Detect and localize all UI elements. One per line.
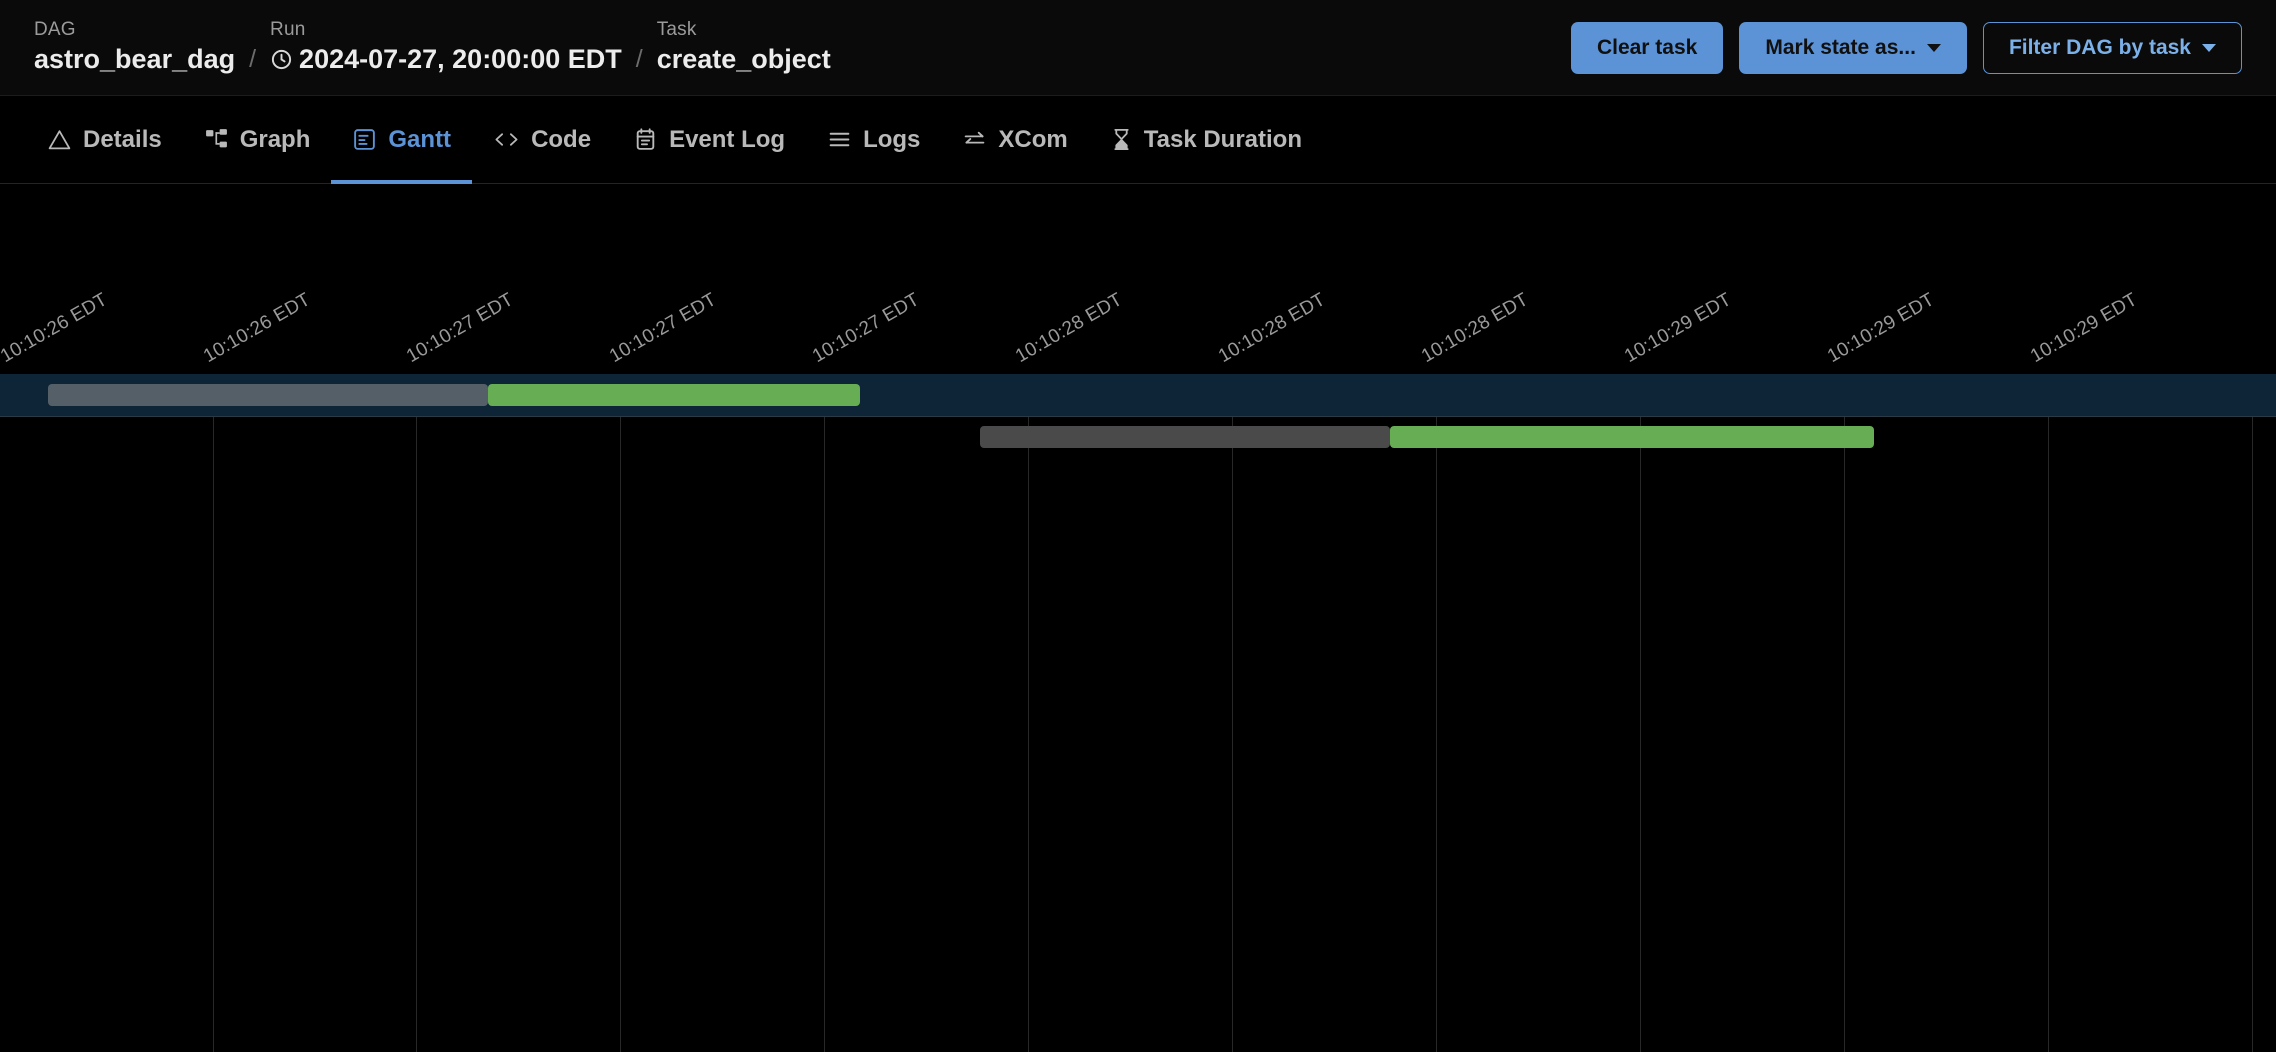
header-actions: Clear task Mark state as... Filter DAG b…: [1571, 12, 2242, 74]
airflow-gantt-page: DAG astro_bear_dag / Run 2024-07-27, 20:…: [0, 0, 2276, 1052]
axis-tick-label: 10:10:27 EDT: [809, 289, 924, 368]
gantt-gridline: [824, 374, 825, 1052]
tab-details-label: Details: [83, 126, 162, 154]
mark-state-button[interactable]: Mark state as...: [1739, 22, 1967, 74]
breadcrumb-separator: /: [235, 42, 270, 76]
breadcrumb-run-value: 2024-07-27, 20:00:00 EDT: [299, 42, 622, 76]
task-bar-segment-queued[interactable]: [980, 426, 1390, 448]
clock-icon: [270, 48, 293, 71]
gantt-gridline: [1028, 374, 1029, 1052]
graph-nodes-icon: [204, 127, 229, 152]
tab-gantt[interactable]: Gantt: [331, 96, 472, 184]
breadcrumb-task[interactable]: Task create_object: [657, 18, 831, 76]
axis-tick-label: 10:10:28 EDT: [1012, 289, 1127, 368]
breadcrumb-run[interactable]: Run 2024-07-27, 20:00:00 EDT: [270, 18, 622, 76]
mark-state-button-label: Mark state as...: [1765, 36, 1916, 60]
breadcrumb-task-label: Task: [657, 18, 831, 42]
tab-xcom[interactable]: XCom: [941, 96, 1088, 184]
tab-event-log[interactable]: Event Log: [612, 96, 806, 184]
breadcrumb: DAG astro_bear_dag / Run 2024-07-27, 20:…: [34, 12, 1571, 76]
task-bar-row[interactable]: [0, 416, 2276, 458]
tab-details[interactable]: Details: [26, 96, 183, 184]
tab-bar: Details Graph: [0, 96, 2276, 184]
code-brackets-icon: [493, 127, 520, 152]
gantt-chart[interactable]: 10:10:26 EDT 10:10:26 EDT 10:10:27 EDT 10:1…: [0, 184, 2276, 1052]
axis-tick-label: 10:10:29 EDT: [1621, 289, 1736, 368]
axis-tick-label: 10:10:28 EDT: [1215, 289, 1330, 368]
tab-task-duration-label: Task Duration: [1144, 126, 1302, 154]
triangle-alert-icon: [47, 127, 72, 152]
breadcrumb-dag[interactable]: DAG astro_bear_dag: [34, 18, 235, 76]
gantt-gridline: [1844, 374, 1845, 1052]
gantt-gridline: [1232, 374, 1233, 1052]
breadcrumb-dag-value: astro_bear_dag: [34, 42, 235, 76]
exchange-arrows-icon: [962, 127, 987, 152]
task-bar-row-selected[interactable]: [0, 374, 2276, 416]
breadcrumb-separator-2: /: [622, 42, 657, 76]
clear-task-button[interactable]: Clear task: [1571, 22, 1723, 74]
page-header: DAG astro_bear_dag / Run 2024-07-27, 20:…: [0, 0, 2276, 96]
task-bar-segment-queued[interactable]: [48, 384, 488, 406]
tab-gantt-label: Gantt: [388, 126, 451, 154]
gantt-time-axis: 10:10:26 EDT 10:10:26 EDT 10:10:27 EDT 10:1…: [0, 184, 2276, 374]
axis-tick-label: 10:10:28 EDT: [1418, 289, 1533, 368]
tab-xcom-label: XCom: [998, 126, 1067, 154]
tab-task-duration[interactable]: Task Duration: [1089, 96, 1323, 184]
tab-logs-label: Logs: [863, 126, 920, 154]
tab-event-log-label: Event Log: [669, 126, 785, 154]
tab-graph-label: Graph: [240, 126, 311, 154]
hourglass-icon: [1110, 127, 1133, 152]
tab-code[interactable]: Code: [472, 96, 612, 184]
gantt-gridline: [213, 374, 214, 1052]
axis-tick-label: 10:10:26 EDT: [200, 289, 315, 368]
calendar-list-icon: [633, 127, 658, 152]
filter-dag-by-task-button[interactable]: Filter DAG by task: [1983, 22, 2242, 74]
axis-tick-label: 10:10:26 EDT: [0, 289, 112, 368]
axis-tick-label: 10:10:29 EDT: [1824, 289, 1939, 368]
task-bar-segment-success[interactable]: [1390, 426, 1874, 448]
axis-tick-label: 10:10:29 EDT: [2027, 289, 2142, 368]
chevron-down-icon: [1927, 44, 1941, 52]
breadcrumb-dag-label: DAG: [34, 18, 235, 42]
tab-code-label: Code: [531, 126, 591, 154]
gantt-gridline: [416, 374, 417, 1052]
gantt-gridline: [2252, 374, 2253, 1052]
gantt-gridline: [620, 374, 621, 1052]
gantt-plot-area[interactable]: [0, 374, 2276, 1052]
tab-graph[interactable]: Graph: [183, 96, 332, 184]
chevron-down-icon: [2202, 44, 2216, 52]
gantt-row-divider: [0, 416, 2276, 417]
breadcrumb-run-value-wrap: 2024-07-27, 20:00:00 EDT: [270, 42, 622, 76]
axis-tick-label: 10:10:27 EDT: [403, 289, 518, 368]
gantt-gridline: [1436, 374, 1437, 1052]
gantt-gridline: [2048, 374, 2049, 1052]
tab-logs[interactable]: Logs: [806, 96, 941, 184]
clear-task-button-label: Clear task: [1597, 36, 1697, 60]
breadcrumb-run-label: Run: [270, 18, 622, 42]
gantt-gridline: [1640, 374, 1641, 1052]
hamburger-lines-icon: [827, 127, 852, 152]
filter-dag-by-task-button-label: Filter DAG by task: [2009, 36, 2191, 60]
gantt-bars-icon: [352, 127, 377, 152]
axis-tick-label: 10:10:27 EDT: [606, 289, 721, 368]
breadcrumb-task-value: create_object: [657, 42, 831, 76]
task-bar-segment-success[interactable]: [488, 384, 860, 406]
